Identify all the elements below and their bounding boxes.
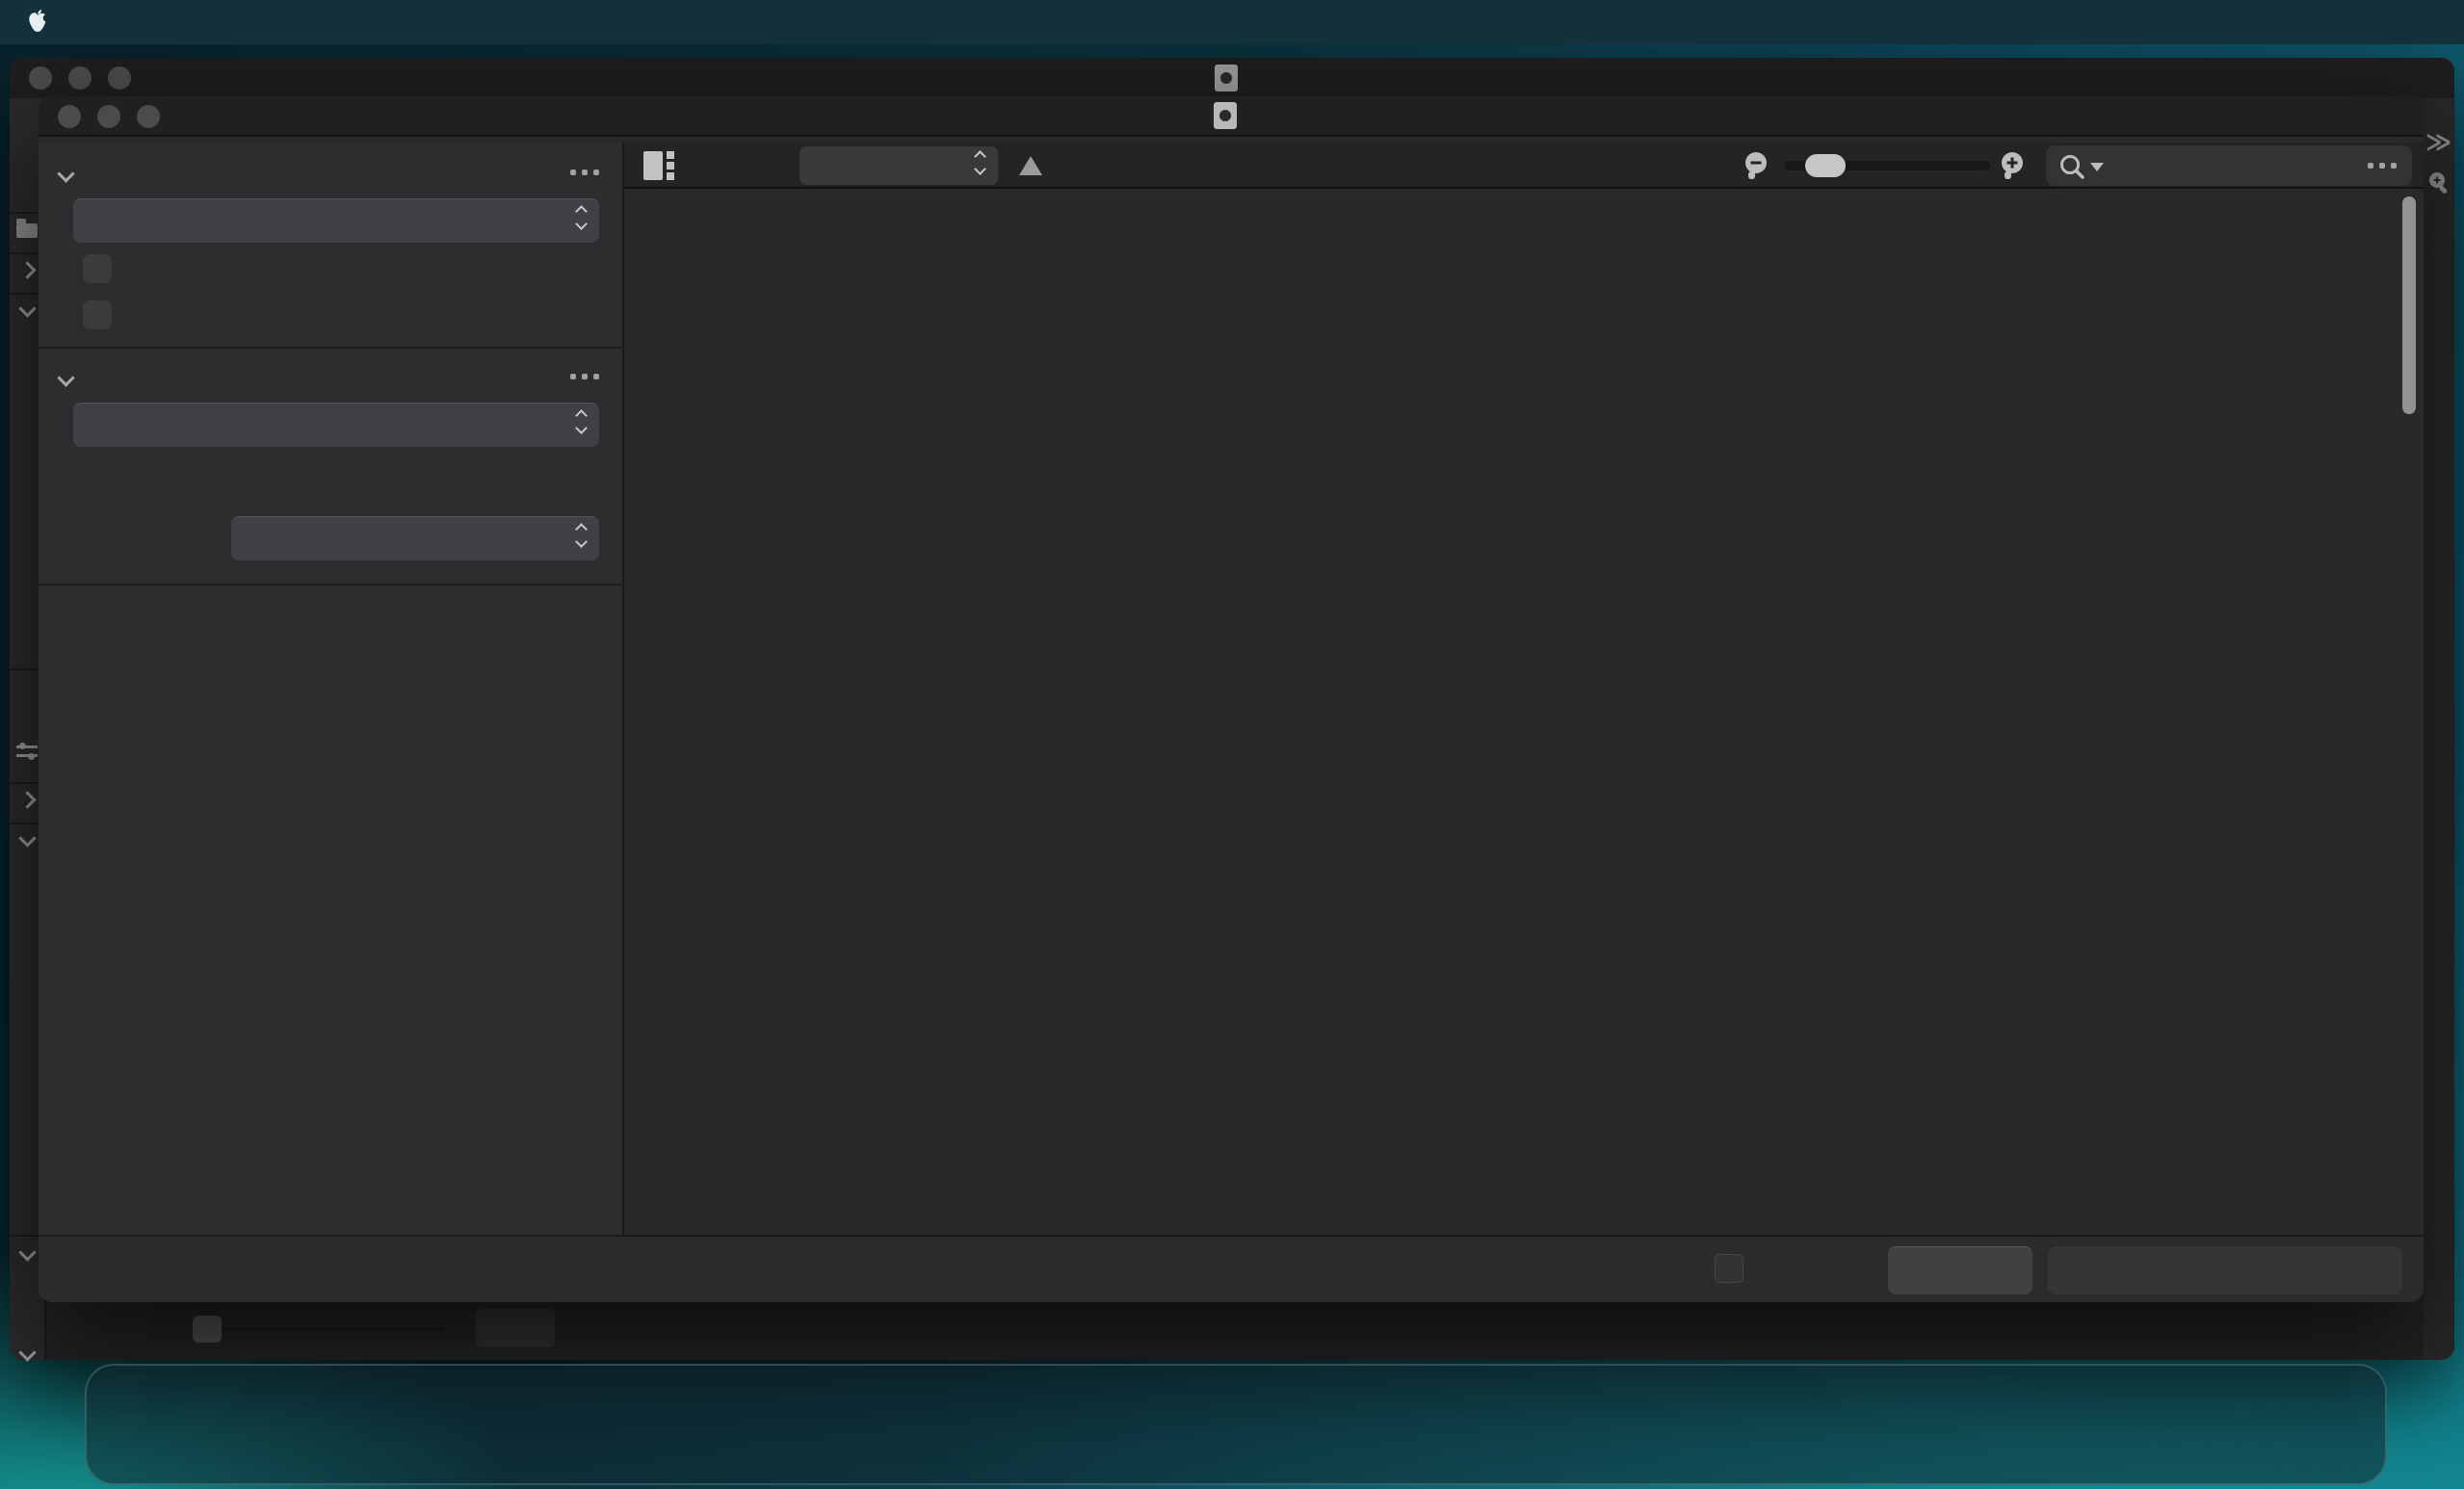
import-to-dropdown[interactable]: [73, 403, 599, 447]
apple-menu-icon[interactable]: [25, 8, 50, 37]
minimize-button[interactable]: [97, 105, 120, 128]
thumbnail-zoom-slider-thumb[interactable]: [1805, 154, 1846, 177]
stepper-icon: [575, 409, 588, 434]
more-icon[interactable]: [570, 170, 599, 175]
dialog-footer: [39, 1235, 2424, 1302]
dock: [85, 1364, 2387, 1485]
dialog-window-controls: [58, 105, 160, 128]
vertical-scrollbar[interactable]: [2402, 196, 2416, 414]
minimize-button[interactable]: [68, 66, 92, 90]
import-images-dialog: [39, 96, 2424, 1302]
search-scope-caret-icon: [2090, 163, 2104, 171]
collapsed-sections: [39, 584, 622, 586]
chevron-down-icon: [57, 165, 75, 183]
zoom-button[interactable]: [108, 66, 131, 90]
bg-window-title: [1215, 65, 1249, 91]
sort-dropdown[interactable]: [799, 146, 998, 185]
import-from-dropdown[interactable]: [73, 198, 599, 243]
thumbnail-browser: [624, 189, 2424, 1235]
highlight-slider-thumb[interactable]: [193, 1316, 222, 1343]
pick-all-checkbox[interactable]: [1715, 1254, 1743, 1283]
viewer-layout-icon[interactable]: [643, 151, 676, 180]
stepper-icon: [575, 523, 588, 548]
sort-ascending-icon[interactable]: [1019, 156, 1042, 175]
chevron-down-icon: [57, 369, 75, 387]
stepper-icon: [575, 205, 588, 230]
close-button[interactable]: [29, 66, 52, 90]
keyboard-shortcuts-button[interactable]: [1206, 1250, 1257, 1286]
close-button[interactable]: [58, 105, 81, 128]
zoom-in-tool-icon[interactable]: [2425, 168, 2453, 201]
zoom-button[interactable]: [137, 105, 160, 128]
exclude-duplicates-checkbox[interactable]: [83, 300, 112, 329]
zoom-in-icon[interactable]: [1996, 148, 2031, 188]
cancel-button[interactable]: [1888, 1246, 2032, 1294]
desktop: ≫: [0, 0, 2464, 1489]
menu-bar: [0, 0, 2464, 44]
bg-window-controls: [29, 66, 131, 90]
section-import-to[interactable]: [39, 360, 622, 399]
import-settings-sidebar: [39, 143, 624, 1302]
section-import-from[interactable]: [39, 156, 622, 195]
dialog-titlebar[interactable]: [39, 96, 2424, 137]
collection-row: [39, 516, 622, 561]
bg-window-titlebar[interactable]: [10, 58, 2454, 98]
overflow-chevrons-icon[interactable]: ≫: [2425, 127, 2451, 157]
browser-toolbar: [624, 143, 2424, 189]
collection-dropdown[interactable]: [231, 516, 599, 561]
include-subfolders-checkbox[interactable]: [83, 254, 112, 283]
dialog-title: [1214, 102, 1248, 129]
zoom-out-icon[interactable]: [1740, 148, 1774, 188]
stepper-icon: [974, 150, 986, 175]
exclude-duplicates-row: [39, 300, 622, 333]
search-field[interactable]: [2046, 145, 2412, 186]
highlight-adjustment-row: [48, 1304, 626, 1354]
bg-right-toolbar: ≫: [2424, 98, 2454, 1360]
import-button[interactable]: [2048, 1246, 2402, 1294]
document-icon: [1215, 65, 1238, 91]
highlight-value[interactable]: [476, 1309, 555, 1347]
search-icon: [2058, 152, 2086, 186]
chevron-down-icon[interactable]: [10, 1344, 44, 1362]
include-subfolders-row: [39, 254, 622, 287]
keyboard-icon: [1206, 1250, 1242, 1286]
search-options-icon[interactable]: [2368, 163, 2397, 169]
highlight-slider-track[interactable]: [193, 1327, 445, 1332]
document-icon: [1214, 102, 1237, 129]
more-icon[interactable]: [570, 374, 599, 379]
